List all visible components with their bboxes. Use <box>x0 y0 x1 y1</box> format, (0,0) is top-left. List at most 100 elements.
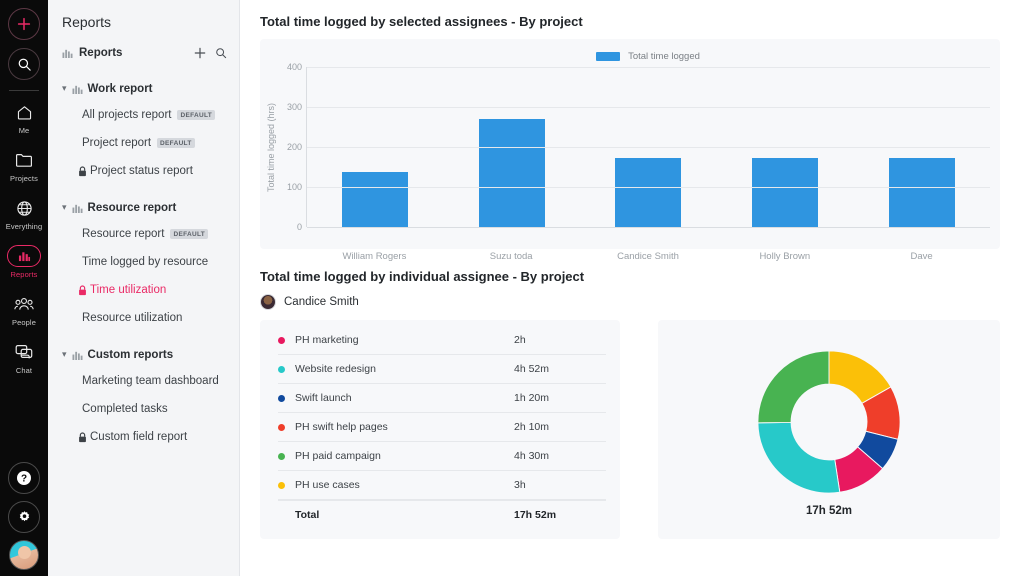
reports-sidebar: Reports Reports <box>48 0 240 576</box>
rail-item-chat[interactable]: Chat <box>1 341 47 375</box>
bar[interactable] <box>479 119 545 227</box>
sidebar-group-work-report[interactable]: ▾Work report <box>48 76 239 101</box>
lock-icon <box>78 432 87 443</box>
color-dot <box>278 453 285 460</box>
sidebar-item-resource-utilization[interactable]: Resource utilization <box>48 304 239 332</box>
color-dot <box>278 482 285 489</box>
rail-item-people[interactable]: People <box>1 293 47 327</box>
table-row: PH marketing2h <box>278 326 606 355</box>
project-name: PH use cases <box>295 479 514 491</box>
section-title-individual: Total time logged by individual assignee… <box>260 269 1000 284</box>
bar-chart-plot <box>306 67 990 227</box>
help-button[interactable]: ? <box>8 462 40 494</box>
bar-chart-card: Total time logged Total time logged (hrs… <box>260 39 1000 249</box>
global-nav-rail: Me Projects Everything <box>0 0 48 576</box>
sidebar-item-project-report[interactable]: Project reportDEFAULT <box>48 129 239 157</box>
donut-segment[interactable] <box>758 350 829 422</box>
sidebar-item-label: Custom field report <box>90 431 187 443</box>
donut-segment[interactable] <box>758 422 840 493</box>
bar-chart-icon <box>7 245 41 267</box>
gridline <box>307 227 990 228</box>
x-axis-labels: William RogersSuzu todaCandice SmithHoll… <box>306 247 990 265</box>
project-name: Swift launch <box>295 392 514 404</box>
rail-divider <box>9 90 39 91</box>
table-row: PH use cases3h <box>278 471 606 500</box>
sidebar-group-label: Custom reports <box>88 349 174 361</box>
sidebar-item-time-logged-by-resource[interactable]: Time logged by resource <box>48 248 239 276</box>
sidebar-item-all-projects-report[interactable]: All projects report DEFAULT <box>48 101 239 129</box>
sidebar-header-reports: Reports <box>48 40 239 66</box>
bar[interactable] <box>342 172 408 227</box>
globe-icon <box>7 197 41 219</box>
gridline <box>307 67 990 68</box>
assignee-row[interactable]: Candice Smith <box>260 294 1000 310</box>
individual-assignee-section: Total time logged by individual assignee… <box>260 269 1000 539</box>
sidebar-group-list: ▾Work reportAll projects reportDEFAULTPr… <box>48 76 239 451</box>
rail-item-projects[interactable]: Projects <box>1 149 47 183</box>
sidebar-add-report-button[interactable] <box>194 47 206 59</box>
default-badge: DEFAULT <box>170 229 208 239</box>
x-tick-label: Dave <box>853 247 990 265</box>
home-icon <box>7 101 41 123</box>
sidebar-item-label: Time logged by resource <box>82 256 208 268</box>
total-value: 17h 52m <box>514 509 606 521</box>
donut-chart-card: 17h 52m <box>658 320 1000 539</box>
sidebar-item-project-status-report[interactable]: Project status report <box>48 157 239 185</box>
question-icon: ? <box>16 470 32 486</box>
color-dot <box>278 366 285 373</box>
table-row: Swift launch1h 20m <box>278 384 606 413</box>
add-button[interactable] <box>8 8 40 40</box>
rail-item-label: Me <box>19 126 30 135</box>
plus-icon <box>194 47 206 59</box>
chart-legend: Total time logged <box>306 47 990 65</box>
sidebar-item-resource-report[interactable]: Resource reportDEFAULT <box>48 220 239 248</box>
default-badge: DEFAULT <box>177 110 215 120</box>
rail-item-reports[interactable]: Reports <box>1 245 47 279</box>
sidebar-item-label: Time utilization <box>90 284 166 296</box>
sidebar-group-label: Resource report <box>88 202 177 214</box>
table-total-row: Total17h 52m <box>278 500 606 529</box>
x-tick-label: Holly Brown <box>716 247 853 265</box>
avatar[interactable] <box>9 540 39 570</box>
sidebar-item-marketing-team-dashboard[interactable]: Marketing team dashboard <box>48 367 239 395</box>
sidebar-item-completed-tasks[interactable]: Completed tasks <box>48 395 239 423</box>
color-dot <box>278 424 285 431</box>
project-name: PH swift help pages <box>295 421 514 433</box>
project-name: PH paid campaign <box>295 450 514 462</box>
sidebar-group-custom-reports[interactable]: ▾Custom reports <box>48 342 239 367</box>
rail-item-everything[interactable]: Everything <box>1 197 47 231</box>
x-tick-label: William Rogers <box>306 247 443 265</box>
plus-icon <box>17 17 31 31</box>
y-tick-label: 200 <box>287 142 302 152</box>
sidebar-header-label: Reports <box>79 47 185 59</box>
sidebar-item-time-utilization[interactable]: Time utilization <box>48 276 239 304</box>
bar-chart-icon <box>72 203 83 213</box>
sidebar-search-button[interactable] <box>215 47 227 59</box>
table-row: PH swift help pages2h 10m <box>278 413 606 442</box>
main-content: Total time logged by selected assignees … <box>240 0 1024 576</box>
project-time: 1h 20m <box>514 392 606 404</box>
sidebar-item-custom-field-report[interactable]: Custom field report <box>48 423 239 451</box>
default-badge: DEFAULT <box>157 138 195 148</box>
y-axis-ticks: 0100200300400 <box>280 67 306 227</box>
chevron-down-icon: ▾ <box>62 83 67 94</box>
project-time: 3h <box>514 479 606 491</box>
project-name: Website redesign <box>295 363 514 375</box>
search-button[interactable] <box>8 48 40 80</box>
bar[interactable] <box>752 158 818 227</box>
bar[interactable] <box>889 158 955 227</box>
settings-button[interactable] <box>8 501 40 533</box>
gridline <box>307 147 990 148</box>
rail-item-label: Everything <box>6 222 42 231</box>
people-icon <box>7 293 41 315</box>
y-tick-label: 400 <box>287 62 302 72</box>
y-tick-label: 300 <box>287 102 302 112</box>
bar[interactable] <box>615 158 681 227</box>
sidebar-item-label: All projects report <box>82 109 171 121</box>
sidebar-group-resource-report[interactable]: ▾Resource report <box>48 195 239 220</box>
svg-text:?: ? <box>21 474 27 485</box>
rail-item-me[interactable]: Me <box>1 101 47 135</box>
rail-item-label: Reports <box>11 270 38 279</box>
color-dot <box>278 337 285 344</box>
sidebar-item-label: Project status report <box>90 165 193 177</box>
